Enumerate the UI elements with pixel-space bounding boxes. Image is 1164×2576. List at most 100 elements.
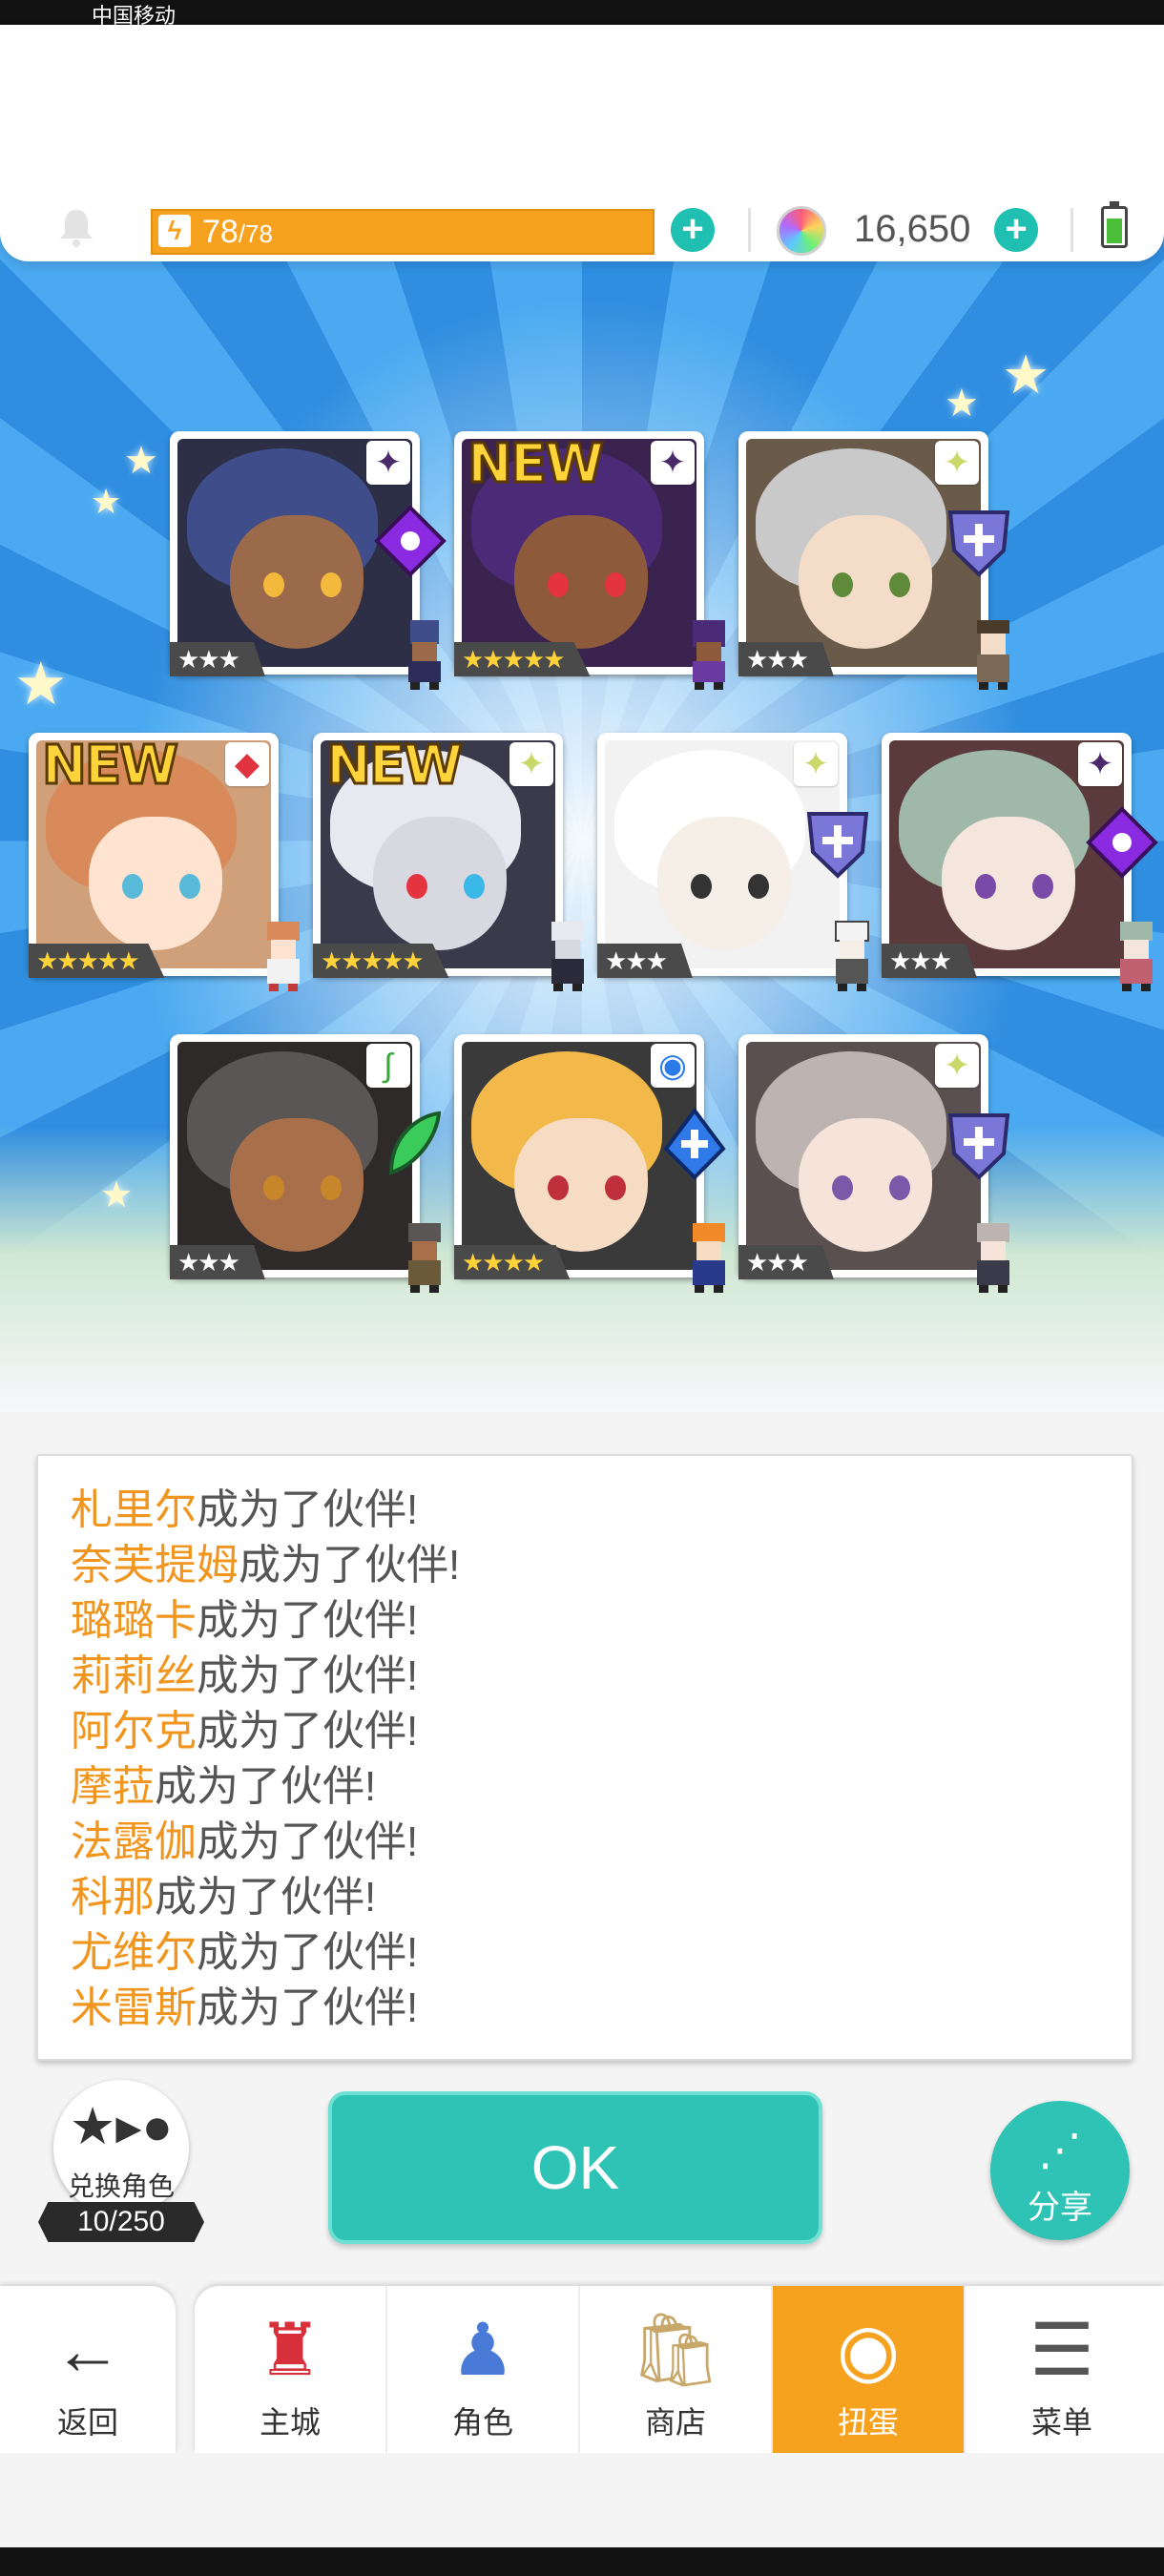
rarity-stars: ★★★★: [454, 1245, 571, 1279]
character-card[interactable]: NEW ◆ ★★★★★: [29, 733, 300, 991]
tab-shop[interactable]: 🛍 商店: [580, 2286, 773, 2453]
rainbow-gem-icon: [777, 206, 826, 256]
tab-characters[interactable]: ♟ 角色: [387, 2286, 580, 2453]
list-item: 奈芙提姆成为了伙伴!: [71, 1538, 1132, 1593]
light-element-icon: ✦: [509, 742, 553, 786]
swap-character-label: 兑换角色: [67, 2171, 175, 2201]
list-item: 米雷斯成为了伙伴!: [71, 1981, 1132, 2036]
recruit-message-list: 札里尔成为了伙伴! 奈芙提姆成为了伙伴! 璐璐卡成为了伙伴! 莉莉丝成为了伙伴!…: [38, 1456, 1132, 2036]
character-name: 科那: [71, 1874, 155, 1921]
list-item: 阿尔克成为了伙伴!: [71, 1704, 1132, 1759]
dark-element-icon: ✦: [1078, 742, 1122, 786]
tab-label: 主城: [259, 2405, 321, 2440]
leaf-weapon-icon: [388, 1111, 442, 1175]
share-icon: ⋰: [1038, 2125, 1082, 2174]
pixel-sprite: [977, 620, 1009, 690]
rarity-stars: ★★★: [170, 1245, 265, 1279]
list-item: 札里尔成为了伙伴!: [71, 1483, 1132, 1538]
divider: [1070, 208, 1073, 252]
carrier-label: 中国移动: [92, 4, 177, 28]
message-suffix: 成为了伙伴!: [197, 1984, 419, 2031]
rarity-stars: ★★★: [738, 642, 834, 676]
list-item: 科那成为了伙伴!: [71, 1870, 1132, 1925]
tab-label: 菜单: [1030, 2405, 1092, 2440]
tab-menu[interactable]: ☰ 菜单: [966, 2286, 1158, 2453]
list-item: 法露伽成为了伙伴!: [71, 1815, 1132, 1870]
stamina-current: 78: [202, 214, 239, 250]
rarity-stars: ★★★: [170, 642, 265, 676]
lightning-icon: ϟ: [158, 215, 191, 247]
sparkle-star-icon: ★: [945, 383, 979, 425]
tab-label: 扭蛋: [837, 2405, 899, 2440]
character-name: 米雷斯: [71, 1984, 197, 2031]
character-name: 璐璐卡: [71, 1597, 197, 1644]
weapon-crystal-icon: [374, 505, 447, 577]
pixel-sprite: [408, 620, 441, 690]
character-card[interactable]: ✦ ★★★: [738, 1034, 1010, 1293]
add-gems-button[interactable]: +: [994, 208, 1038, 252]
shop-bag-icon: 🛍: [629, 2310, 722, 2391]
back-button[interactable]: ← 返回: [0, 2286, 176, 2453]
new-badge: NEW: [41, 734, 180, 799]
back-label: 返回: [56, 2405, 118, 2440]
pixel-sprite: [551, 922, 584, 991]
sparkle-star-icon: ★: [1002, 344, 1050, 405]
message-suffix: 成为了伙伴!: [239, 1542, 461, 1589]
message-suffix: 成为了伙伴!: [197, 1486, 419, 1533]
water-crystal-icon: [663, 1107, 726, 1180]
character-name: 莉莉丝: [71, 1652, 197, 1699]
character-card[interactable]: NEW ✦ ★★★★★: [454, 431, 725, 690]
back-arrow-icon: ←: [53, 2313, 122, 2389]
castle-icon: ♜: [257, 2310, 323, 2391]
shield-icon: [806, 812, 869, 879]
character-card[interactable]: NEW ✦ ★★★★★: [313, 733, 584, 991]
status-bar: 中国移动: [0, 0, 1164, 28]
character-card[interactable]: ✦ ★★★: [882, 733, 1158, 991]
swap-character-button[interactable]: ★▸● 兑换角色: [53, 2080, 189, 2215]
pixel-sprite: [1120, 922, 1153, 991]
gem-count: 16,650: [854, 208, 971, 250]
shield-icon: [947, 510, 1010, 577]
light-element-icon: ✦: [935, 1044, 979, 1088]
bottom-navigation: ← 返回 ♜ 主城 ♟ 角色 🛍 商店 ◉ 扭蛋 ☰ 菜单: [0, 2286, 1164, 2453]
character-name: 法露伽: [71, 1818, 197, 1865]
tab-main-city[interactable]: ♜ 主城: [195, 2286, 387, 2453]
character-card[interactable]: ◉ ★★★★: [454, 1034, 726, 1293]
star-person-swap-icon: ★▸●: [69, 2098, 174, 2155]
dark-element-icon: ✦: [366, 441, 410, 485]
character-name: 尤维尔: [71, 1929, 197, 1976]
system-bottom-bar: [0, 2547, 1164, 2576]
gacha-result-scene: ★ ★ ★ ★ ★ ★ ✦ ★★★ NEW ✦ ★★★★★ ✦ ★★★ NEW …: [0, 143, 1164, 1412]
character-card[interactable]: ✦ ★★★: [597, 733, 869, 991]
message-suffix: 成为了伙伴!: [197, 1708, 419, 1755]
stamina-value: 78/78: [202, 215, 273, 251]
message-suffix: 成为了伙伴!: [155, 1874, 377, 1921]
fire-element-icon: ◆: [225, 742, 269, 786]
stamina-bar: ϟ 78/78: [151, 209, 655, 255]
weapon-crystal-icon: [1086, 806, 1158, 879]
pixel-sprite: [267, 922, 300, 991]
ok-button[interactable]: OK: [328, 2091, 822, 2244]
light-element-icon: ✦: [794, 742, 838, 786]
tab-label: 角色: [451, 2405, 513, 2440]
rarity-stars: ★★★: [597, 944, 693, 978]
sparkle-star-icon: ★: [124, 440, 158, 482]
nav-tab-group: ♜ 主城 ♟ 角色 🛍 商店 ◉ 扭蛋 ☰ 菜单: [195, 2286, 1164, 2453]
message-suffix: 成为了伙伴!: [197, 1818, 419, 1865]
recruit-message-panel[interactable]: 札里尔成为了伙伴! 奈芙提姆成为了伙伴! 璐璐卡成为了伙伴! 莉莉丝成为了伙伴!…: [36, 1454, 1133, 2061]
tab-gacha[interactable]: ◉ 扭蛋: [773, 2286, 966, 2453]
list-item: 摩菈成为了伙伴!: [71, 1759, 1132, 1815]
list-item: 尤维尔成为了伙伴!: [71, 1925, 1132, 1981]
add-stamina-button[interactable]: +: [671, 208, 715, 252]
character-name: 阿尔克: [71, 1708, 197, 1755]
character-card[interactable]: ✦ ★★★: [738, 431, 1010, 690]
notification-bell-icon[interactable]: [55, 206, 97, 248]
rarity-stars: ★★★★★: [313, 944, 449, 978]
share-button[interactable]: ⋰ 分享: [990, 2101, 1130, 2240]
character-card[interactable]: ∫ ★★★: [170, 1034, 442, 1293]
swap-count-badge: 10/250: [38, 2202, 204, 2242]
light-element-icon: ✦: [935, 441, 979, 485]
list-item: 璐璐卡成为了伙伴!: [71, 1593, 1132, 1649]
character-card[interactable]: ✦ ★★★: [170, 431, 447, 690]
rarity-stars: ★★★: [738, 1245, 834, 1279]
